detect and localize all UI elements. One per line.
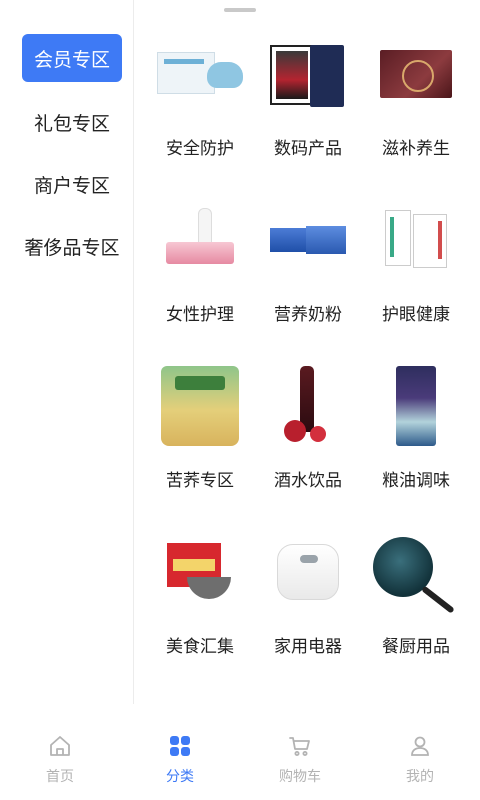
tab-label: 我的 <box>406 769 434 785</box>
category-grid-icon <box>170 736 190 756</box>
rice-cooker-image <box>258 532 358 612</box>
buckwheat-bag-image <box>150 366 250 446</box>
category-label: 营养奶粉 <box>274 305 342 325</box>
sidebar-item-gift-pack-zone[interactable]: 礼包专区 <box>22 98 122 146</box>
category-label: 粮油调味 <box>382 471 450 491</box>
category-label: 护眼健康 <box>382 305 450 325</box>
category-card-appliances[interactable]: 家用电器 <box>256 522 360 672</box>
category-page: 会员专区 礼包专区 商户专区 奢侈品专区 安全防护 数码产品 滋补养生 女性护理… <box>0 0 480 800</box>
category-sidebar: 会员专区 礼包专区 商户专区 奢侈品专区 <box>0 0 134 704</box>
user-icon <box>411 736 429 756</box>
rice-box-image <box>150 532 250 612</box>
sidebar-item-merchant-zone[interactable]: 商户专区 <box>22 160 122 208</box>
category-card-feminine-care[interactable]: 女性护理 <box>148 190 252 340</box>
tab-label: 购物车 <box>279 769 321 785</box>
category-label: 女性护理 <box>166 305 234 325</box>
category-card-buckwheat[interactable]: 苦荞专区 <box>148 356 252 506</box>
mask-box-image <box>150 34 250 114</box>
category-card-drinks[interactable]: 酒水饮品 <box>256 356 360 506</box>
bottom-tab-bar: 首页 分类 购物车 我的 <box>0 704 480 800</box>
wok-pan-image <box>366 532 466 614</box>
category-card-grain-oil[interactable]: 粮油调味 <box>364 356 468 506</box>
gift-box-image <box>366 34 466 114</box>
tab-home[interactable]: 首页 <box>0 734 120 794</box>
category-label: 酒水饮品 <box>274 471 342 491</box>
category-label: 餐厨用品 <box>382 637 450 657</box>
category-card-health-tonic[interactable]: 滋补养生 <box>364 24 468 174</box>
cart-icon <box>289 737 310 756</box>
tab-profile[interactable]: 我的 <box>360 734 480 794</box>
sidebar-item-member-zone[interactable]: 会员专区 <box>22 34 122 82</box>
category-card-kitchenware[interactable]: 餐厨用品 <box>364 522 468 672</box>
tab-cart[interactable]: 购物车 <box>240 734 360 794</box>
tablet-image <box>258 34 358 114</box>
category-card-milk-powder[interactable]: 营养奶粉 <box>256 190 360 340</box>
category-label: 滋补养生 <box>382 139 450 159</box>
category-card-safety[interactable]: 安全防护 <box>148 24 252 174</box>
category-label: 美食汇集 <box>166 637 234 657</box>
eye-care-box-image <box>366 200 466 280</box>
category-grid: 安全防护 数码产品 滋补养生 女性护理 营养奶粉 护眼健康 苦荞专区 酒水饮品 … <box>148 24 468 704</box>
category-card-food[interactable]: 美食汇集 <box>148 522 252 672</box>
category-label: 数码产品 <box>274 139 342 159</box>
category-label: 安全防护 <box>166 139 234 159</box>
wine-bottle-image <box>258 366 358 446</box>
category-label: 家用电器 <box>274 637 342 657</box>
tab-label: 首页 <box>46 769 74 785</box>
drag-handle[interactable] <box>224 8 256 12</box>
category-card-eye-care[interactable]: 护眼健康 <box>364 190 468 340</box>
tab-category[interactable]: 分类 <box>120 734 240 794</box>
category-card-digital[interactable]: 数码产品 <box>256 24 360 174</box>
lotion-tube-image <box>150 200 250 280</box>
category-label: 苦荞专区 <box>166 471 234 491</box>
sidebar-item-luxury-zone[interactable]: 奢侈品专区 <box>14 222 130 270</box>
home-icon <box>50 736 70 756</box>
milk-powder-image <box>258 200 358 280</box>
oil-can-image <box>366 366 466 446</box>
tab-label: 分类 <box>166 769 194 785</box>
